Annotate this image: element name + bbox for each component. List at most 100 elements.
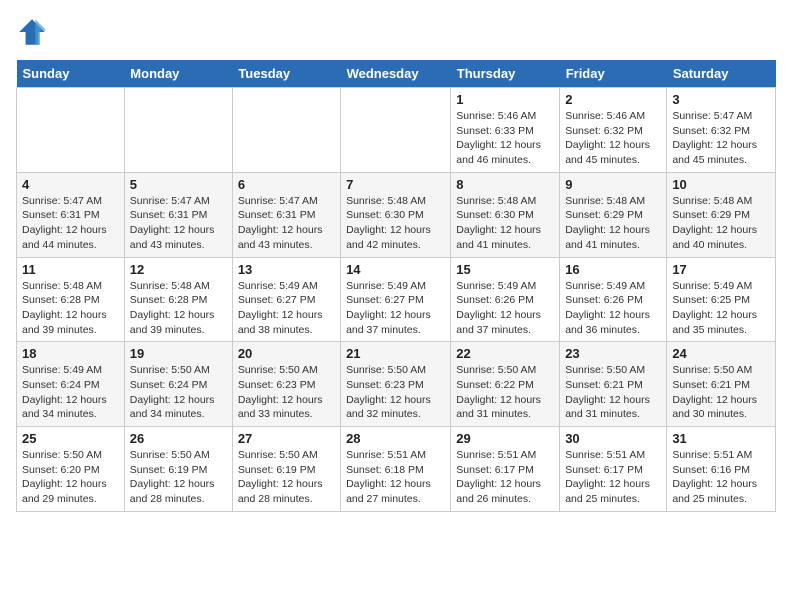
day-number: 28 — [346, 431, 445, 446]
day-number: 2 — [565, 92, 661, 107]
day-number: 11 — [22, 262, 119, 277]
calendar-cell — [341, 88, 451, 173]
day-number: 30 — [565, 431, 661, 446]
calendar-week-row: 1 Sunrise: 5:46 AM Sunset: 6:33 PM Daylig… — [17, 88, 776, 173]
day-info: Sunrise: 5:50 AM Sunset: 6:23 PM Dayligh… — [346, 363, 445, 422]
weekday-header-saturday: Saturday — [667, 60, 776, 88]
calendar-cell: 27Sunrise: 5:50 AM Sunset: 6:19 PM Dayli… — [232, 427, 340, 512]
day-number: 7 — [346, 177, 445, 192]
calendar-cell — [124, 88, 232, 173]
day-number: 31 — [672, 431, 770, 446]
calendar-cell: 5 Sunrise: 5:47 AM Sunset: 6:31 PM Daylig… — [124, 172, 232, 257]
day-number: 10 — [672, 177, 770, 192]
day-info: Sunrise: 5:49 AM Sunset: 6:24 PM Dayligh… — [22, 363, 119, 422]
calendar-cell: 4 Sunrise: 5:47 AM Sunset: 6:31 PM Daylig… — [17, 172, 125, 257]
calendar-cell: 6 Sunrise: 5:47 AM Sunset: 6:31 PM Daylig… — [232, 172, 340, 257]
day-number: 25 — [22, 431, 119, 446]
calendar-cell: 7 Sunrise: 5:48 AM Sunset: 6:30 PM Daylig… — [341, 172, 451, 257]
calendar-cell: 17 Sunrise: 5:49 AM Sunset: 6:25 PM Dayli… — [667, 257, 776, 342]
weekday-header-thursday: Thursday — [451, 60, 560, 88]
day-number: 17 — [672, 262, 770, 277]
day-number: 5 — [130, 177, 227, 192]
day-info: Sunrise: 5:51 AM Sunset: 6:18 PM Dayligh… — [346, 448, 445, 507]
calendar-cell: 20Sunrise: 5:50 AM Sunset: 6:23 PM Dayli… — [232, 342, 340, 427]
calendar-cell: 15 Sunrise: 5:49 AM Sunset: 6:26 PM Dayli… — [451, 257, 560, 342]
calendar-cell: 29 Sunrise: 5:51 AM Sunset: 6:17 PM Dayli… — [451, 427, 560, 512]
day-info: Sunrise: 5:48 AM Sunset: 6:28 PM Dayligh… — [22, 279, 119, 338]
weekday-header-wednesday: Wednesday — [341, 60, 451, 88]
day-info: Sunrise: 5:49 AM Sunset: 6:25 PM Dayligh… — [672, 279, 770, 338]
calendar-week-row: 11 Sunrise: 5:48 AM Sunset: 6:28 PM Dayli… — [17, 257, 776, 342]
day-number: 14 — [346, 262, 445, 277]
day-info: Sunrise: 5:48 AM Sunset: 6:29 PM Dayligh… — [672, 194, 770, 253]
day-number: 21 — [346, 346, 445, 361]
weekday-header-monday: Monday — [124, 60, 232, 88]
calendar-cell: 22 Sunrise: 5:50 AM Sunset: 6:22 PM Dayli… — [451, 342, 560, 427]
day-number: 6 — [238, 177, 335, 192]
calendar-cell: 1 Sunrise: 5:46 AM Sunset: 6:33 PM Daylig… — [451, 88, 560, 173]
day-number: 15 — [456, 262, 554, 277]
calendar-cell: 18Sunrise: 5:49 AM Sunset: 6:24 PM Dayli… — [17, 342, 125, 427]
day-info: Sunrise: 5:50 AM Sunset: 6:20 PM Dayligh… — [22, 448, 119, 507]
logo-icon — [16, 16, 48, 48]
calendar-cell: 26 Sunrise: 5:50 AM Sunset: 6:19 PM Dayli… — [124, 427, 232, 512]
day-number: 3 — [672, 92, 770, 107]
day-number: 23 — [565, 346, 661, 361]
calendar-cell: 8Sunrise: 5:48 AM Sunset: 6:30 PM Daylig… — [451, 172, 560, 257]
calendar-week-row: 18Sunrise: 5:49 AM Sunset: 6:24 PM Dayli… — [17, 342, 776, 427]
calendar-cell: 12 Sunrise: 5:48 AM Sunset: 6:28 PM Dayli… — [124, 257, 232, 342]
calendar-cell: 31 Sunrise: 5:51 AM Sunset: 6:16 PM Dayli… — [667, 427, 776, 512]
weekday-header-tuesday: Tuesday — [232, 60, 340, 88]
day-info: Sunrise: 5:47 AM Sunset: 6:31 PM Dayligh… — [238, 194, 335, 253]
day-info: Sunrise: 5:50 AM Sunset: 6:22 PM Dayligh… — [456, 363, 554, 422]
day-number: 4 — [22, 177, 119, 192]
calendar-cell: 3 Sunrise: 5:47 AM Sunset: 6:32 PM Daylig… — [667, 88, 776, 173]
day-info: Sunrise: 5:51 AM Sunset: 6:17 PM Dayligh… — [456, 448, 554, 507]
day-number: 12 — [130, 262, 227, 277]
day-info: Sunrise: 5:47 AM Sunset: 6:31 PM Dayligh… — [22, 194, 119, 253]
day-info: Sunrise: 5:47 AM Sunset: 6:31 PM Dayligh… — [130, 194, 227, 253]
day-info: Sunrise: 5:51 AM Sunset: 6:16 PM Dayligh… — [672, 448, 770, 507]
day-info: Sunrise: 5:50 AM Sunset: 6:19 PM Dayligh… — [238, 448, 335, 507]
day-number: 9 — [565, 177, 661, 192]
day-info: Sunrise: 5:49 AM Sunset: 6:26 PM Dayligh… — [565, 279, 661, 338]
day-number: 26 — [130, 431, 227, 446]
day-info: Sunrise: 5:50 AM Sunset: 6:24 PM Dayligh… — [130, 363, 227, 422]
weekday-header-friday: Friday — [560, 60, 667, 88]
day-info: Sunrise: 5:50 AM Sunset: 6:19 PM Dayligh… — [130, 448, 227, 507]
day-info: Sunrise: 5:48 AM Sunset: 6:28 PM Dayligh… — [130, 279, 227, 338]
calendar-cell — [17, 88, 125, 173]
calendar-week-row: 4 Sunrise: 5:47 AM Sunset: 6:31 PM Daylig… — [17, 172, 776, 257]
logo — [16, 16, 52, 48]
calendar-cell: 11 Sunrise: 5:48 AM Sunset: 6:28 PM Dayli… — [17, 257, 125, 342]
day-info: Sunrise: 5:49 AM Sunset: 6:26 PM Dayligh… — [456, 279, 554, 338]
calendar-week-row: 25 Sunrise: 5:50 AM Sunset: 6:20 PM Dayli… — [17, 427, 776, 512]
weekday-header-row: SundayMondayTuesdayWednesdayThursdayFrid… — [17, 60, 776, 88]
calendar-cell: 9Sunrise: 5:48 AM Sunset: 6:29 PM Daylig… — [560, 172, 667, 257]
day-number: 19 — [130, 346, 227, 361]
day-info: Sunrise: 5:47 AM Sunset: 6:32 PM Dayligh… — [672, 109, 770, 168]
calendar-cell: 13 Sunrise: 5:49 AM Sunset: 6:27 PM Dayli… — [232, 257, 340, 342]
calendar-cell: 16Sunrise: 5:49 AM Sunset: 6:26 PM Dayli… — [560, 257, 667, 342]
calendar-cell: 25 Sunrise: 5:50 AM Sunset: 6:20 PM Dayli… — [17, 427, 125, 512]
day-number: 1 — [456, 92, 554, 107]
page-header — [16, 16, 776, 48]
day-info: Sunrise: 5:46 AM Sunset: 6:32 PM Dayligh… — [565, 109, 661, 168]
day-info: Sunrise: 5:46 AM Sunset: 6:33 PM Dayligh… — [456, 109, 554, 168]
calendar-cell: 2 Sunrise: 5:46 AM Sunset: 6:32 PM Daylig… — [560, 88, 667, 173]
day-info: Sunrise: 5:50 AM Sunset: 6:21 PM Dayligh… — [672, 363, 770, 422]
calendar-cell: 19 Sunrise: 5:50 AM Sunset: 6:24 PM Dayli… — [124, 342, 232, 427]
day-number: 22 — [456, 346, 554, 361]
calendar-cell: 10 Sunrise: 5:48 AM Sunset: 6:29 PM Dayli… — [667, 172, 776, 257]
day-number: 29 — [456, 431, 554, 446]
day-info: Sunrise: 5:49 AM Sunset: 6:27 PM Dayligh… — [346, 279, 445, 338]
day-number: 20 — [238, 346, 335, 361]
day-info: Sunrise: 5:49 AM Sunset: 6:27 PM Dayligh… — [238, 279, 335, 338]
day-number: 13 — [238, 262, 335, 277]
day-number: 24 — [672, 346, 770, 361]
weekday-header-sunday: Sunday — [17, 60, 125, 88]
day-info: Sunrise: 5:48 AM Sunset: 6:30 PM Dayligh… — [346, 194, 445, 253]
calendar-cell: 23Sunrise: 5:50 AM Sunset: 6:21 PM Dayli… — [560, 342, 667, 427]
day-info: Sunrise: 5:51 AM Sunset: 6:17 PM Dayligh… — [565, 448, 661, 507]
day-number: 8 — [456, 177, 554, 192]
